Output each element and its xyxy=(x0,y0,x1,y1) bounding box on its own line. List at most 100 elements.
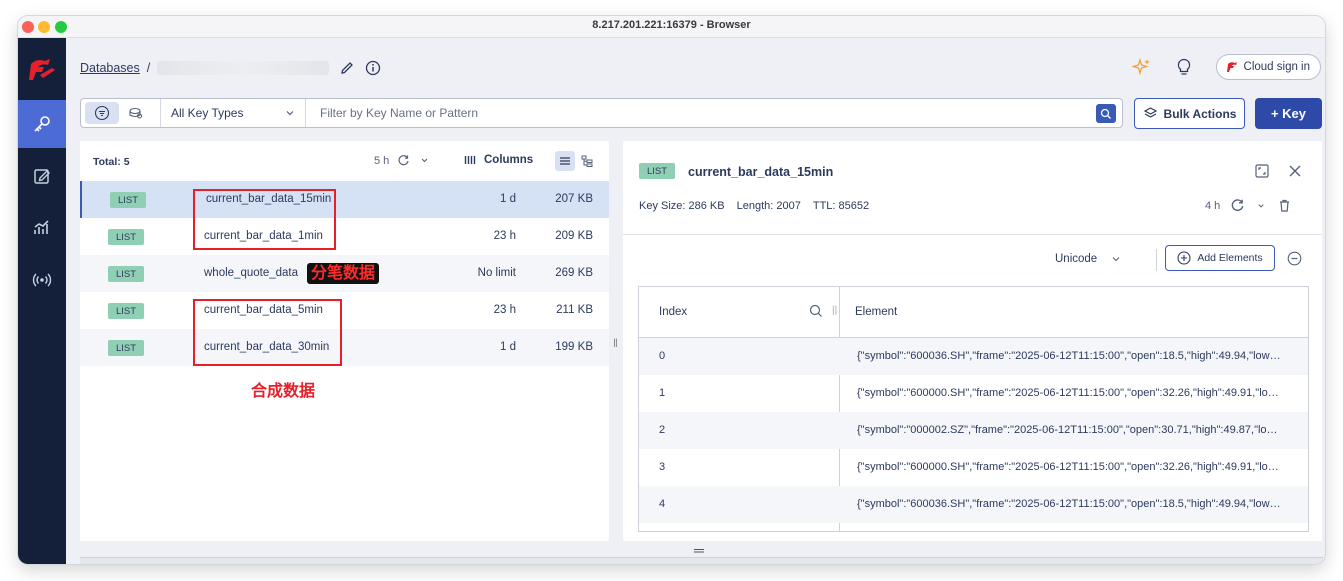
title-bar: 8.217.201.221:16379 - Browser xyxy=(18,16,1325,38)
filter-mode-icon[interactable] xyxy=(85,102,119,124)
window-title: 8.217.201.221:16379 - Browser xyxy=(592,19,751,31)
search-icon[interactable] xyxy=(809,304,823,318)
key-ttl: 1 d xyxy=(500,341,516,353)
panel-resize-handle[interactable]: ‖ xyxy=(613,336,618,350)
breadcrumb: Databases / xyxy=(80,60,381,76)
key-type-badge: LIST xyxy=(108,303,144,319)
key-ttl: 1 d xyxy=(500,193,516,205)
element-index: 3 xyxy=(659,461,666,473)
close-icon[interactable] xyxy=(1287,163,1303,179)
columns-button[interactable]: Columns xyxy=(464,154,533,166)
key-type-badge: LIST xyxy=(110,192,146,208)
bottom-panel-bar[interactable] xyxy=(80,557,1323,564)
keys-refresh-age: 5 h xyxy=(374,154,390,167)
table-row[interactable]: 0 {"symbol":"600036.SH","frame":"2025-06… xyxy=(639,338,1308,375)
refresh-options-chevron-icon[interactable] xyxy=(1255,200,1267,212)
columns-label: Columns xyxy=(484,154,534,166)
columns-icon xyxy=(464,156,476,164)
main-area: Databases / Cloud sign in All Key Types … xyxy=(66,38,1325,564)
ai-sparkle-icon[interactable] xyxy=(1130,57,1152,77)
lightbulb-icon[interactable] xyxy=(1174,57,1194,77)
key-type-value: All Key Types xyxy=(171,106,244,120)
detail-refresh-age: 4 h xyxy=(1205,199,1221,212)
element-value: {"symbol":"600000.SH","frame":"2025-06-1… xyxy=(857,387,1282,399)
key-type-badge: LIST xyxy=(108,340,144,356)
key-type-select[interactable]: All Key Types xyxy=(161,99,306,127)
table-row[interactable]: 1 {"symbol":"600000.SH","frame":"2025-06… xyxy=(639,375,1308,412)
fullscreen-icon[interactable] xyxy=(1254,163,1270,179)
key-ttl: No limit xyxy=(477,267,516,279)
add-key-button[interactable]: + Key xyxy=(1255,98,1322,129)
key-row[interactable]: LIST current_bar_data_30min 1 d 199 KB xyxy=(80,329,609,366)
element-value: {"symbol":"600036.SH","frame":"2025-06-1… xyxy=(857,498,1282,510)
databases-link[interactable]: Databases xyxy=(80,61,140,75)
detail-refresh: 4 h xyxy=(1205,198,1292,213)
element-value: {"symbol":"600036.SH","frame":"2025-06-1… xyxy=(857,350,1282,362)
key-type-badge: LIST xyxy=(108,266,144,282)
column-header-index: Index xyxy=(659,306,688,318)
key-row[interactable]: LIST current_bar_data_15min 1 d 207 KB xyxy=(80,181,609,218)
table-row[interactable]: 2 {"symbol":"000002.SZ","frame":"2025-06… xyxy=(639,412,1308,449)
redis-logo-icon[interactable] xyxy=(28,56,56,84)
element-value: {"symbol":"000002.SZ","frame":"2025-06-1… xyxy=(857,424,1282,436)
keys-list-panel: Total: 5 5 h Columns LIST current_bar_da… xyxy=(80,141,609,541)
keys-refresh: 5 h xyxy=(374,154,431,167)
keys-total: Total: 5 xyxy=(93,156,130,168)
info-icon[interactable] xyxy=(365,60,381,76)
elements-table-header: Index || Element xyxy=(639,287,1308,338)
tree-view-icon[interactable] xyxy=(577,151,597,171)
nav-pubsub-broadcast-icon[interactable] xyxy=(18,256,66,304)
trash-icon[interactable] xyxy=(1277,198,1292,213)
key-ttl: 23 h xyxy=(493,230,516,242)
list-view-icon[interactable] xyxy=(555,151,575,171)
nav-workbench-edit-icon[interactable] xyxy=(18,152,66,200)
key-size: 199 KB xyxy=(555,341,593,353)
refresh-options-chevron-icon[interactable] xyxy=(418,154,431,167)
refresh-icon[interactable] xyxy=(397,154,410,167)
key-row[interactable]: LIST current_bar_data_5min 23 h 211 KB xyxy=(80,292,609,329)
encoding-value: Unicode xyxy=(1055,253,1098,265)
detail-type-badge: LIST xyxy=(639,163,675,179)
bottom-resize-handle-icon[interactable]: ═ xyxy=(694,542,704,558)
keys-list-header: Total: 5 5 h Columns xyxy=(80,141,609,181)
table-row[interactable]: 4 {"symbol":"600036.SH","frame":"2025-06… xyxy=(639,486,1308,523)
key-size: 209 KB xyxy=(555,230,593,242)
column-resize-grip-icon[interactable]: || xyxy=(832,305,837,316)
key-ttl-meta[interactable]: TTL: 85652 xyxy=(813,200,869,212)
key-filter-input[interactable] xyxy=(320,106,1122,120)
key-size: 269 KB xyxy=(555,267,593,279)
search-icon xyxy=(1100,108,1111,119)
search-mode-toggle xyxy=(81,99,161,127)
view-mode-toggle xyxy=(555,151,599,171)
detail-key-name[interactable]: current_bar_data_15min xyxy=(688,165,833,179)
nav-analytics-chart-icon[interactable] xyxy=(18,204,66,252)
column-header-element: Element xyxy=(855,306,898,318)
nav-browser-key-icon[interactable] xyxy=(18,100,66,148)
toolbar-divider xyxy=(1156,249,1157,271)
annotation-tick-data-label: 分笔数据 xyxy=(307,263,380,284)
redis-mini-logo-icon xyxy=(1226,62,1237,72)
key-length-meta: Length: 2007 xyxy=(736,200,801,212)
key-name: whole_quote_data xyxy=(204,267,298,279)
key-size: 207 KB xyxy=(555,193,593,205)
filter-bar: All Key Types xyxy=(80,98,1123,128)
edit-pencil-icon[interactable] xyxy=(339,60,355,76)
semantic-search-icon[interactable] xyxy=(119,102,153,124)
chevron-down-icon xyxy=(286,111,294,116)
key-filter-area xyxy=(306,99,1122,127)
detail-divider xyxy=(623,234,1322,235)
plus-circle-icon xyxy=(1177,251,1191,265)
annotation-box-synthetic-top xyxy=(193,189,336,250)
encoding-select[interactable]: Unicode xyxy=(1055,253,1121,265)
remove-elements-minus-icon[interactable] xyxy=(1287,251,1302,266)
refresh-icon[interactable] xyxy=(1230,198,1245,213)
element-index: 2 xyxy=(659,424,666,436)
cloud-sign-in-button[interactable]: Cloud sign in xyxy=(1215,54,1321,80)
key-row[interactable]: LIST current_bar_data_1min 23 h 209 KB xyxy=(80,218,609,255)
browser-window: 8.217.201.221:16379 - Browser Databases … xyxy=(18,16,1325,564)
bulk-actions-button[interactable]: Bulk Actions xyxy=(1134,98,1245,129)
add-elements-button[interactable]: Add Elements xyxy=(1165,245,1275,271)
table-row[interactable]: 3 {"symbol":"600000.SH","frame":"2025-06… xyxy=(639,449,1308,486)
add-elements-label: Add Elements xyxy=(1197,252,1263,264)
search-submit-button[interactable] xyxy=(1096,104,1116,123)
